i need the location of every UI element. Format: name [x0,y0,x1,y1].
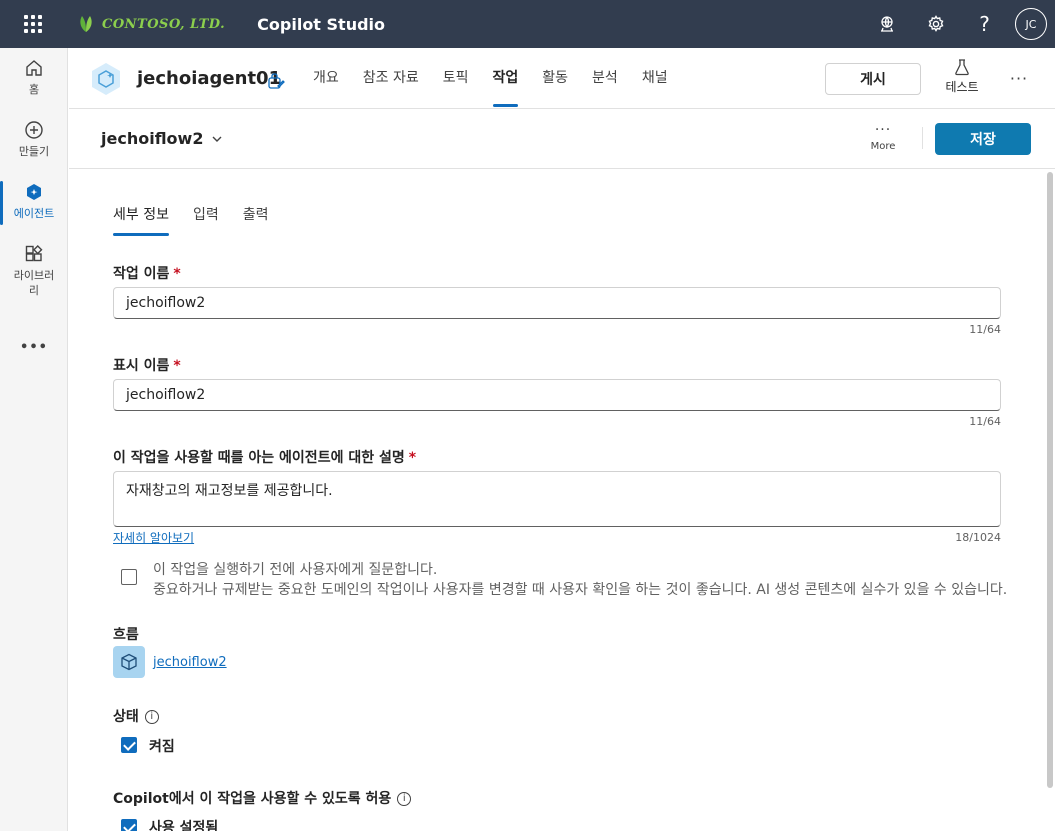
description-textarea[interactable]: 자재창고의 재고정보를 제공합니다. [113,471,1001,527]
display-name-input[interactable]: jechoiflow2 [113,379,1001,411]
rail-item-label: 에이전트 [13,207,55,220]
ask-user-description: 중요하거나 규제받는 중요한 도메인의 작업이나 사용자를 변경할 때 사용자 … [153,582,1008,598]
more-icon: ··· [874,122,892,138]
rail-item-create[interactable]: 만들기 [0,120,68,159]
environment-button[interactable] [862,0,911,48]
left-rail: 홈 만들기 에이전트 라이브러 리 ••• [0,48,68,831]
cube-icon [121,653,137,671]
description-label: 이 작업을 사용할 때를 아는 에이전트에 대한 설명 * [113,450,417,466]
add-circle-icon [25,121,43,139]
tab-channels[interactable]: 채널 [630,48,680,108]
ask-user-text: 이 작업을 실행하기 전에 사용자에게 질문합니다. 중요하거나 규제받는 중요… [153,560,1013,600]
rail-more-button[interactable]: ••• [0,340,68,355]
action-name-input[interactable]: jechoiflow2 [113,287,1001,319]
copilot-allow-checkbox[interactable] [121,819,137,831]
rail-item-label: 홈 [28,83,40,96]
help-button[interactable]: ? [960,0,1009,48]
required-mark: * [173,358,181,374]
agent-nav-tabs: 개요 참조 자료 토픽 작업 활동 분석 채널 [301,48,680,108]
flow-more-button[interactable]: ··· More [869,123,897,152]
tab-knowledge[interactable]: 참조 자료 [351,48,431,108]
status-checkbox[interactable] [121,737,137,753]
status-label: 상태 i [113,706,159,726]
flow-title: jechoiflow2 [101,129,204,148]
copilot-allow-checkbox-label: 사용 설정됨 [149,820,219,831]
flow-icon-box [113,646,145,678]
flow-link[interactable]: jechoiflow2 [153,655,227,670]
library-icon [25,245,43,262]
tab-activity[interactable]: 활동 [530,48,580,108]
environment-icon [880,16,893,32]
settings-button[interactable] [911,0,960,48]
test-button[interactable]: 테스트 [937,58,987,100]
info-icon[interactable]: i [397,792,412,806]
rail-item-agents[interactable]: 에이전트 [0,182,68,221]
home-icon [26,60,42,76]
tab-inputs[interactable]: 입력 [193,204,219,236]
publish-button[interactable]: 게시 [825,63,921,95]
rail-item-library[interactable]: 라이브러 리 [0,244,68,298]
edit-agent-icon[interactable] [267,72,285,90]
rail-item-home[interactable]: 홈 [0,58,68,97]
rail-item-label: 라이브러 리 [13,269,55,297]
tab-outputs[interactable]: 출력 [243,204,269,236]
flow-header: jechoiflow2 ··· More 저장 [69,109,1055,169]
save-button[interactable]: 저장 [935,123,1031,155]
display-name-label: 표시 이름 * [113,358,181,374]
waffle-icon [24,15,42,33]
flask-icon [955,59,969,76]
ask-user-checkbox[interactable] [121,569,137,585]
tab-overview[interactable]: 개요 [301,48,351,108]
tab-details[interactable]: 세부 정보 [113,204,169,236]
flow-selector[interactable]: jechoiflow2 [101,129,223,148]
leaf-icon [80,16,92,32]
scrollbar-thumb[interactable] [1047,172,1053,788]
info-icon[interactable]: i [144,710,159,724]
copilot-allow-label: Copilot에서 이 작업을 사용할 수 있도록 허용 i [113,788,412,808]
rail-item-label: 만들기 [18,145,50,158]
flow-label: 흐름 [113,627,139,643]
flow-reference: jechoiflow2 [113,646,227,678]
display-name-counter: 11/64 [969,415,1001,428]
avatar[interactable]: JC [1015,8,1047,40]
company-name: CONTOSO, LTD. [102,16,226,32]
tab-topics[interactable]: 토픽 [431,48,481,108]
help-icon: ? [979,12,990,36]
learn-more-link[interactable]: 자세히 알아보기 [113,529,194,546]
company-logo[interactable]: CONTOSO, LTD. [76,14,225,34]
action-details-panel: 세부 정보 입력 출력 작업 이름 * jechoiflow2 11/64 표시 … [69,170,1044,831]
more-icon: ••• [20,340,48,355]
agent-name: jechoiagent01 [137,68,282,89]
product-name: Copilot Studio [257,14,386,34]
required-mark: * [408,450,417,466]
detail-tabs: 세부 정보 입력 출력 [113,204,293,236]
test-label: 테스트 [945,80,979,94]
top-bar: CONTOSO, LTD. Copilot Studio ? JC [0,0,1055,48]
action-name-counter: 11/64 [969,323,1001,336]
settings-icon [928,15,943,32]
tab-actions[interactable]: 작업 [481,48,531,108]
tab-analytics[interactable]: 분석 [580,48,630,108]
app-launcher-button[interactable] [0,0,66,48]
scrollbar[interactable] [1045,170,1055,831]
ask-user-title: 이 작업을 실행하기 전에 사용자에게 질문합니다. [153,562,438,578]
more-label: More [870,141,896,152]
status-checkbox-label: 켜짐 [149,739,175,755]
action-name-label: 작업 이름 * [113,266,181,282]
agent-icon [27,184,41,200]
required-mark: * [173,266,181,282]
agent-header: jechoiagent01 개요 참조 자료 토픽 작업 활동 분석 채널 게시… [69,48,1055,109]
agent-logo-icon [92,63,120,95]
divider [922,127,923,149]
chevron-down-icon [212,136,222,142]
more-options-button[interactable]: ··· [1007,66,1031,90]
description-counter: 18/1024 [955,531,1001,544]
